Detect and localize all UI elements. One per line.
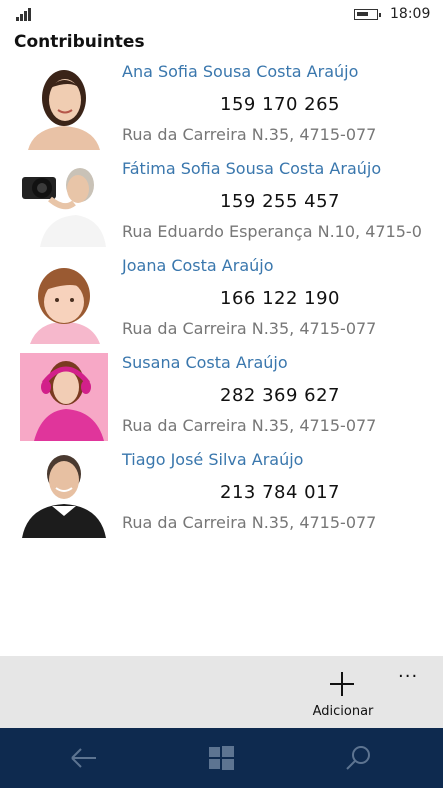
navigation-bar <box>0 728 443 788</box>
app-bar: Adicionar ··· <box>0 656 443 728</box>
contact-photo <box>20 353 108 441</box>
more-icon[interactable]: ··· <box>398 666 418 687</box>
windows-logo-icon[interactable] <box>201 738 241 778</box>
contact-photo <box>20 62 108 150</box>
contact-address: Rua da Carreira N.35, 4715-077 <box>122 125 377 144</box>
contact-name: Tiago José Silva Araújo <box>122 450 304 469</box>
contact-address: Rua da Carreira N.35, 4715-077 <box>122 319 377 338</box>
contact-nif: 159 255 457 <box>220 191 341 212</box>
list-item[interactable]: Tiago José Silva Araújo 213 784 017 Rua … <box>0 450 443 546</box>
contact-name: Ana Sofia Sousa Costa Araújo <box>122 62 359 81</box>
clock: 18:09 <box>390 6 431 22</box>
contact-nif: 166 122 190 <box>220 288 341 309</box>
list-item[interactable]: Ana Sofia Sousa Costa Araújo 159 170 265… <box>0 62 443 158</box>
contact-name: Fátima Sofia Sousa Costa Araújo <box>122 159 382 178</box>
contact-name: Joana Costa Araújo <box>122 256 274 275</box>
battery-icon <box>354 9 381 20</box>
plus-icon <box>330 672 354 696</box>
contact-nif: 159 170 265 <box>220 94 341 115</box>
back-arrow-icon[interactable] <box>64 738 104 778</box>
signal-icon <box>16 8 34 21</box>
list-item[interactable]: Joana Costa Araújo 166 122 190 Rua da Ca… <box>0 256 443 352</box>
status-bar: 18:09 <box>0 0 443 30</box>
contact-nif: 213 784 017 <box>220 482 341 503</box>
add-label: Adicionar <box>312 704 374 719</box>
contact-address: Rua da Carreira N.35, 4715-077 <box>122 513 377 532</box>
search-icon[interactable] <box>338 738 378 778</box>
contact-address: Rua da Carreira N.35, 4715-077 <box>122 416 377 435</box>
contact-address: Rua Eduardo Esperança N.10, 4715-077 <box>122 222 422 241</box>
add-button[interactable]: Adicionar <box>300 656 386 728</box>
list-item[interactable]: Susana Costa Araújo 282 369 627 Rua da C… <box>0 353 443 449</box>
page-title: Contribuintes <box>14 32 145 52</box>
list-item[interactable]: Fátima Sofia Sousa Costa Araújo 159 255 … <box>0 159 443 255</box>
contact-name: Susana Costa Araújo <box>122 353 288 372</box>
contact-photo <box>20 159 108 247</box>
contact-photo <box>20 256 108 344</box>
contact-photo <box>20 450 108 538</box>
contact-nif: 282 369 627 <box>220 385 341 406</box>
